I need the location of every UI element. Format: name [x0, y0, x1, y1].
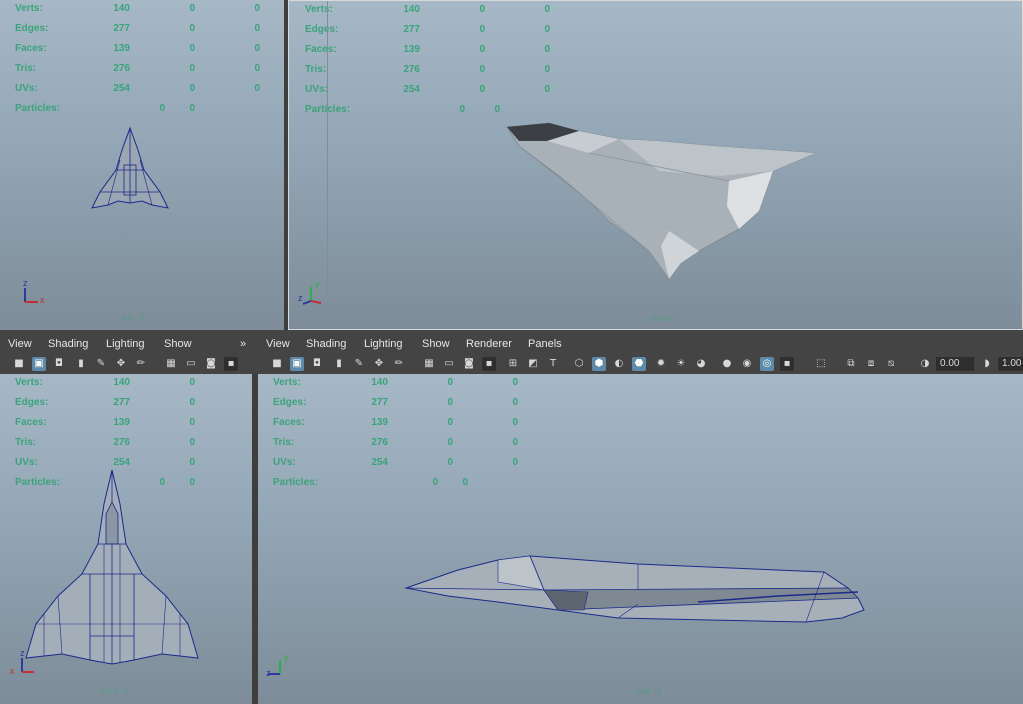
- camera-label-side: side -X: [634, 686, 663, 696]
- viewport-front[interactable]: Verts: 140 0 Edges: 277 0 Faces: 139 0 Tris: 27…: [0, 374, 252, 704]
- gate-mask-icon[interactable]: ▪: [482, 357, 496, 371]
- axis-y-label: y: [284, 652, 289, 662]
- viewport-side[interactable]: Verts: 140 0 0 Edges: 277 0 0 Faces: 139 0 0 Tris…: [258, 374, 1023, 704]
- menu-lighting[interactable]: Lighting: [106, 338, 145, 350]
- exposure-field[interactable]: 0.00: [936, 357, 974, 371]
- panel-toolbar-left: ■ ▣ ◘ ▮ ✎ ✥ ✏ ▦ ▭ ◙ ▪: [0, 354, 252, 374]
- resolution-gate-icon[interactable]: ◙: [462, 357, 476, 371]
- menu-view[interactable]: View: [266, 338, 290, 350]
- safe-action-icon[interactable]: ◩: [526, 357, 540, 371]
- xray-icon[interactable]: ⧉: [844, 357, 858, 371]
- safe-title-icon[interactable]: T: [546, 357, 560, 371]
- axis-y-label: y: [315, 279, 320, 289]
- panel-menubar-right: View Shading Lighting Show Renderer Pane…: [258, 336, 1023, 354]
- film-gate-icon[interactable]: ▭: [442, 357, 456, 371]
- bookmark-icon[interactable]: ▮: [74, 357, 88, 371]
- menu-overflow-icon[interactable]: »: [240, 338, 246, 350]
- axis-z-label: z: [298, 293, 303, 303]
- smooth-shade-icon[interactable]: ⬢: [592, 357, 606, 371]
- panel-toolbar-right: ■ ▣ ◘ ▮ ✎ ✥ ✏ ▦ ▭ ◙ ▪ ⊞ ◩ T ⬡ ⬢ ◐ ⬣ ✹ ☀ …: [258, 354, 1023, 374]
- axis-x-label: x: [10, 666, 15, 676]
- wireframe-icon[interactable]: ⬡: [572, 357, 586, 371]
- default-material-icon[interactable]: ◐: [612, 357, 626, 371]
- bookmark-camera-icon[interactable]: ◘: [310, 357, 324, 371]
- bookmark-camera-icon[interactable]: ◘: [52, 357, 66, 371]
- viewport-persp[interactable]: Verts: 140 0 0 Edges: 277 0 0 Faces: 139 0 0 Tris…: [288, 0, 1023, 330]
- isolate-select-icon[interactable]: ⬚: [814, 357, 828, 371]
- film-gate-icon[interactable]: ▭: [184, 357, 198, 371]
- motion-blur-icon[interactable]: ◉: [740, 357, 754, 371]
- menu-view[interactable]: View: [8, 338, 32, 350]
- gamma-field[interactable]: 1.00: [998, 357, 1023, 371]
- move-icon[interactable]: ✥: [114, 357, 128, 371]
- safe-frame-icon[interactable]: ▪: [224, 357, 238, 371]
- camera-attributes-icon[interactable]: ▣: [32, 357, 46, 371]
- camera-label-persp: persp: [652, 313, 675, 323]
- camera-label-top: top -Y: [122, 312, 147, 322]
- grid-icon[interactable]: ▦: [164, 357, 178, 371]
- shadows-icon[interactable]: ◕: [694, 357, 708, 371]
- axis-x-label: x: [40, 295, 45, 305]
- bookmark-icon[interactable]: ▮: [332, 357, 346, 371]
- wireframe-on-shaded-icon[interactable]: ⬣: [632, 357, 646, 371]
- pencil-icon[interactable]: ✏: [134, 357, 148, 371]
- screen-space-ao-icon[interactable]: ●: [720, 357, 734, 371]
- axis-z-label: z: [20, 648, 25, 658]
- textured-icon[interactable]: ✹: [654, 357, 668, 371]
- move-icon[interactable]: ✥: [372, 357, 386, 371]
- menu-renderer[interactable]: Renderer: [466, 338, 512, 350]
- camera-icon[interactable]: ■: [270, 357, 284, 371]
- menu-lighting[interactable]: Lighting: [364, 338, 403, 350]
- multisample-icon[interactable]: ◎: [760, 357, 774, 371]
- axis-gizmo: y z: [266, 652, 296, 682]
- pencil-icon[interactable]: ✏: [392, 357, 406, 371]
- grease-pencil-icon[interactable]: ✎: [352, 357, 366, 371]
- axis-z-label: z: [266, 668, 271, 678]
- side-view-mesh[interactable]: [258, 374, 1023, 704]
- camera-attributes-icon[interactable]: ▣: [290, 357, 304, 371]
- field-chart-icon[interactable]: ⊞: [506, 357, 520, 371]
- xray-components-icon[interactable]: ⧅: [884, 357, 898, 371]
- menu-show[interactable]: Show: [422, 338, 450, 350]
- persp-view-mesh[interactable]: [289, 1, 1023, 330]
- resolution-gate-icon[interactable]: ◙: [204, 357, 218, 371]
- camera-label-front: front -Y: [100, 686, 130, 696]
- light-icon[interactable]: ☀: [674, 357, 688, 371]
- gamma-icon[interactable]: ◗: [980, 357, 994, 371]
- xray-joints-icon[interactable]: ⧈: [864, 357, 878, 371]
- menu-panels[interactable]: Panels: [528, 338, 562, 350]
- grid-icon[interactable]: ▦: [422, 357, 436, 371]
- grease-pencil-icon[interactable]: ✎: [94, 357, 108, 371]
- axis-gizmo: z x: [8, 648, 38, 678]
- menu-show[interactable]: Show: [164, 338, 192, 350]
- menu-shading[interactable]: Shading: [48, 338, 88, 350]
- viewport-top[interactable]: Verts: 140 0 0 Edges: 277 0 0 Faces: 139 0 0 Tris…: [0, 0, 284, 330]
- camera-icon[interactable]: ■: [12, 357, 26, 371]
- depth-of-field-icon[interactable]: ▪: [780, 357, 794, 371]
- axis-z-label: z: [23, 278, 28, 288]
- menu-shading[interactable]: Shading: [306, 338, 346, 350]
- panel-menubar-left: View Shading Lighting Show »: [0, 336, 252, 354]
- axis-gizmo: z x: [20, 278, 50, 308]
- axis-gizmo: z y: [297, 279, 327, 309]
- exposure-icon[interactable]: ◑: [918, 357, 932, 371]
